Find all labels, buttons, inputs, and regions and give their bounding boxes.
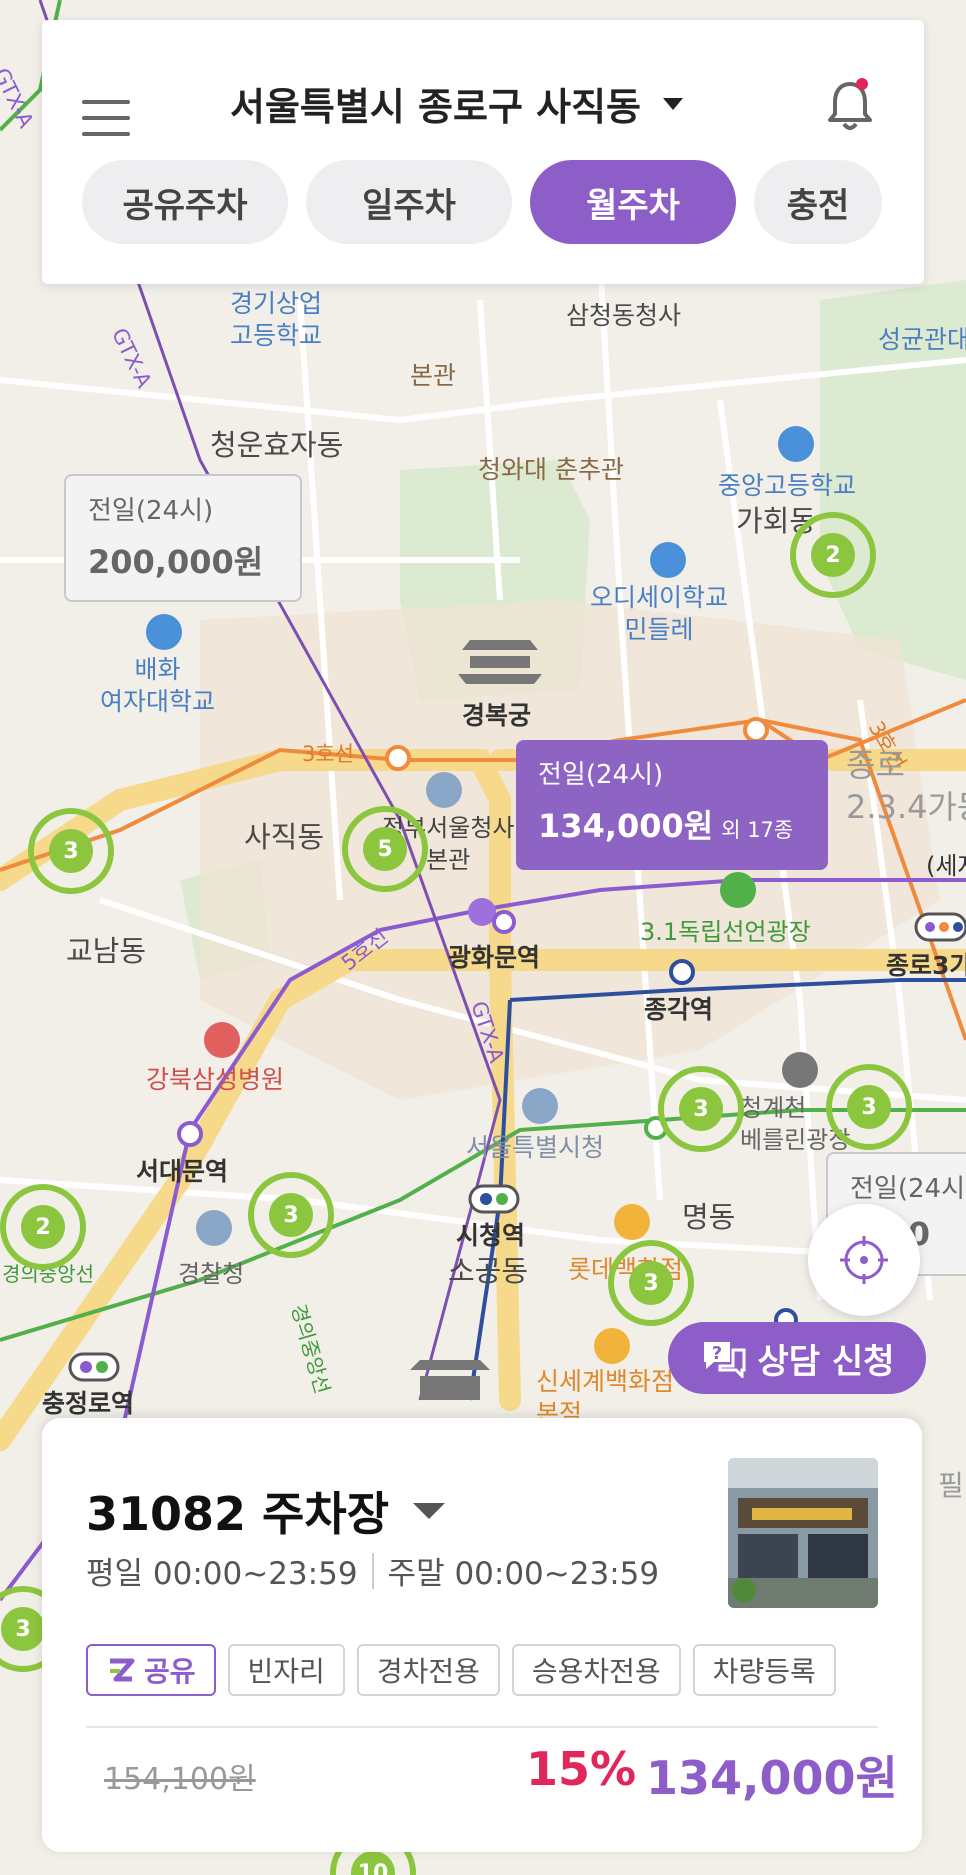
map-label-gyonam: 교남동 bbox=[66, 934, 147, 968]
caret-down-icon bbox=[413, 1503, 446, 1519]
parking-cluster[interactable]: 3 bbox=[658, 1066, 744, 1152]
location-text: 서울특별시 종로구 사직동 bbox=[230, 85, 642, 129]
map-label-odi-school: 오디세이학교 민들레 bbox=[590, 583, 729, 644]
map-label-jonggak: 종각역 bbox=[644, 995, 714, 1024]
map-label-jungang-school: 중앙고등학교 bbox=[718, 471, 857, 500]
map-label-samcheong: 삼청동청사 bbox=[566, 301, 682, 330]
map-label-gwanghwamun: 광화문역 bbox=[448, 943, 541, 972]
map-label-gyeongbokgung: 경복궁 bbox=[462, 701, 532, 730]
hours-divider bbox=[371, 1552, 374, 1589]
map-label-seodaemun: 서대문역 bbox=[136, 1157, 229, 1186]
chip-share: 공유 bbox=[86, 1644, 216, 1696]
original-price: 154,100원 bbox=[104, 1762, 256, 1797]
price-marker-price: 134,000원 bbox=[538, 807, 714, 845]
parking-cluster[interactable]: 3 bbox=[608, 1240, 694, 1326]
price-marker-label: 전일(24시) bbox=[88, 496, 214, 526]
parking-cluster[interactable]: 2 bbox=[0, 1184, 86, 1270]
map-label-bongwan: 본관 bbox=[410, 361, 457, 390]
parking-lot-thumbnail[interactable] bbox=[728, 1458, 878, 1608]
parking-cluster[interactable]: 5 bbox=[342, 806, 428, 892]
map-label-samil-plaza: 3.1독립선언광장 bbox=[640, 918, 811, 946]
svg-text:?: ? bbox=[711, 1343, 721, 1364]
price-marker-selected[interactable]: 전일(24시) 134,000원 외 17종 bbox=[516, 740, 828, 870]
map-label-cityhall-stn: 시청역 bbox=[456, 1221, 526, 1250]
price-marker[interactable]: 전일(24시) 200,000원 bbox=[64, 474, 302, 602]
map-label-sungkyun: 성균관대 bbox=[878, 325, 966, 354]
top-header: 서울특별시 종로구 사직동 공유주차 일주차 월주차 충전 bbox=[42, 20, 924, 284]
parking-cluster[interactable]: 3 bbox=[248, 1172, 334, 1258]
crosshair-icon bbox=[840, 1236, 888, 1284]
tab-charging[interactable]: 충전 bbox=[754, 160, 882, 244]
chip-compact-only: 경차전용 bbox=[356, 1644, 500, 1696]
parking-lot-name: 31082 주차장 bbox=[86, 1487, 390, 1541]
bell-icon[interactable] bbox=[822, 76, 878, 136]
tab-shared-parking[interactable]: 공유주차 bbox=[82, 160, 288, 244]
price-marker-price: 200,000원 bbox=[88, 543, 264, 581]
map-label-jongno3: 종로3가 bbox=[886, 951, 966, 980]
map-label-sogong: 소공동 bbox=[448, 1254, 529, 1288]
map-label-sajik: 사직동 bbox=[244, 820, 325, 854]
chip-vacancy: 빈자리 bbox=[227, 1644, 345, 1696]
parking-cluster[interactable]: 3 bbox=[28, 808, 114, 894]
map-label-jongno: 종로 2.3.4가동 bbox=[846, 746, 966, 826]
chip-passenger-only: 승용차전용 bbox=[511, 1644, 681, 1696]
map-label-myeongdong: 명동 bbox=[682, 1200, 736, 1234]
map-label-seoul-cityhall: 서울특별시청 bbox=[466, 1133, 605, 1162]
map-label-baehwa: 배화 여자대학교 bbox=[100, 655, 216, 716]
map-label-gangbuk-hospital: 강북삼성병원 bbox=[146, 1065, 285, 1094]
map-label-gyeonggi-school: 경기상업 고등학교 bbox=[230, 289, 323, 350]
caret-down-icon bbox=[663, 97, 684, 110]
map-label-chungjeongno: 충정로역 bbox=[42, 1389, 135, 1418]
parking-cluster[interactable]: 2 bbox=[790, 512, 876, 598]
map-label-pil: 필 bbox=[938, 1469, 964, 1502]
discount-rate: 15% bbox=[526, 1742, 637, 1796]
parking-type-tabs: 공유주차 일주차 월주차 충전 bbox=[82, 160, 882, 244]
map-label-cheongun: 청운효자동 bbox=[210, 428, 344, 462]
price-marker-extra: 외 17종 bbox=[721, 818, 794, 842]
map-label-line3: 3호선 bbox=[302, 742, 355, 766]
consult-label: 상담 신청 bbox=[757, 1341, 895, 1382]
weekend-hours: 주말 00:00~23:59 bbox=[387, 1556, 660, 1592]
parking-cluster[interactable]: 3 bbox=[826, 1064, 912, 1150]
consult-button[interactable]: ? 상담 신청 bbox=[668, 1322, 926, 1394]
feature-chips: 공유 빈자리 경차전용 승용차전용 차량등록 bbox=[86, 1644, 876, 1696]
chip-vehicle-registration: 차량등록 bbox=[692, 1644, 836, 1696]
menu-icon[interactable] bbox=[82, 100, 130, 140]
price-marker-label: 전일(24시) bbox=[538, 760, 664, 790]
map-label-sewoon: (세자 bbox=[926, 852, 966, 880]
final-price: 134,000원 bbox=[646, 1751, 898, 1805]
share-logo-icon bbox=[110, 1658, 135, 1682]
parking-lot-title[interactable]: 31082 주차장 bbox=[86, 1478, 446, 1544]
weekday-hours: 평일 00:00~23:59 bbox=[86, 1556, 358, 1592]
map-label-police: 경찰청 bbox=[178, 1260, 245, 1288]
card-divider bbox=[86, 1726, 878, 1728]
current-location-button[interactable] bbox=[808, 1204, 920, 1316]
tab-daily-parking[interactable]: 일주차 bbox=[306, 160, 512, 244]
parking-lot-card[interactable]: 31082 주차장 평일 00:00~23:59 주말 00:00~23:59 … bbox=[42, 1418, 922, 1852]
location-selector[interactable]: 서울특별시 종로구 사직동 bbox=[230, 76, 684, 131]
price-marker-label: 전일(24시) bbox=[850, 1174, 966, 1204]
operating-hours: 평일 00:00~23:59 주말 00:00~23:59 bbox=[86, 1548, 659, 1593]
chat-question-icon: ? bbox=[703, 1342, 746, 1378]
tab-monthly-parking[interactable]: 월주차 bbox=[530, 160, 736, 244]
map-label-chunchugwan: 청와대 춘추관 bbox=[478, 455, 624, 484]
